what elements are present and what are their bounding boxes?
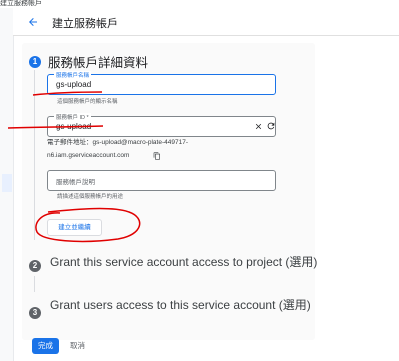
id-field-label: 服務帳戶 ID * [54,113,91,121]
email-address-line-2: n6.iam.gserviceaccount.com [47,152,130,159]
step-3-number: 3 [29,307,41,319]
create-and-continue-button[interactable]: 建立並繼續 [47,219,102,236]
arrow-left-icon[interactable] [27,16,39,28]
step-2-title[interactable]: Grant this service account access to pro… [50,253,317,270]
description-field-hint: 請描述這個服務帳戶的用途 [57,194,124,200]
step-connector-1 [34,70,35,240]
step-1-number: 1 [29,56,41,68]
sidebar-highlight [2,174,12,192]
service-account-id-field[interactable]: 服務帳戶 ID * gs-upload [47,113,276,137]
service-account-description-field[interactable]: 服務帳戶說明 [47,170,276,191]
copy-icon[interactable] [153,152,161,160]
name-field-label: 服務帳戶名稱 [54,71,92,79]
window-title: 建立服務帳戶 [0,0,42,7]
name-field-hint: 這個服務帳戶的顯示名稱 [57,99,118,105]
service-account-name-field[interactable]: 服務帳戶名稱 gs-upload [47,71,276,95]
done-button[interactable]: 完成 [32,338,59,354]
id-field-value[interactable]: gs-upload [56,122,91,131]
step-connector-2 [34,276,35,292]
cancel-button[interactable]: 取消 [70,338,85,354]
page-title: 建立服務帳戶 [52,18,118,30]
close-icon[interactable] [254,122,263,131]
page-header: 建立服務帳戶 [13,8,399,36]
step-2-number: 2 [29,260,41,272]
step-3-title[interactable]: Grant users access to this service accou… [50,296,311,313]
email-address-line-1: 電子郵件地址：gs-upload@macro-plate-449717- [47,139,188,146]
step-1-title[interactable]: 服務帳戶詳細資料 [48,52,148,71]
name-field-value[interactable]: gs-upload [56,80,91,89]
description-placeholder: 服務帳戶說明 [56,179,95,186]
refresh-icon[interactable] [266,121,276,131]
left-sidebar-strip [0,8,14,361]
